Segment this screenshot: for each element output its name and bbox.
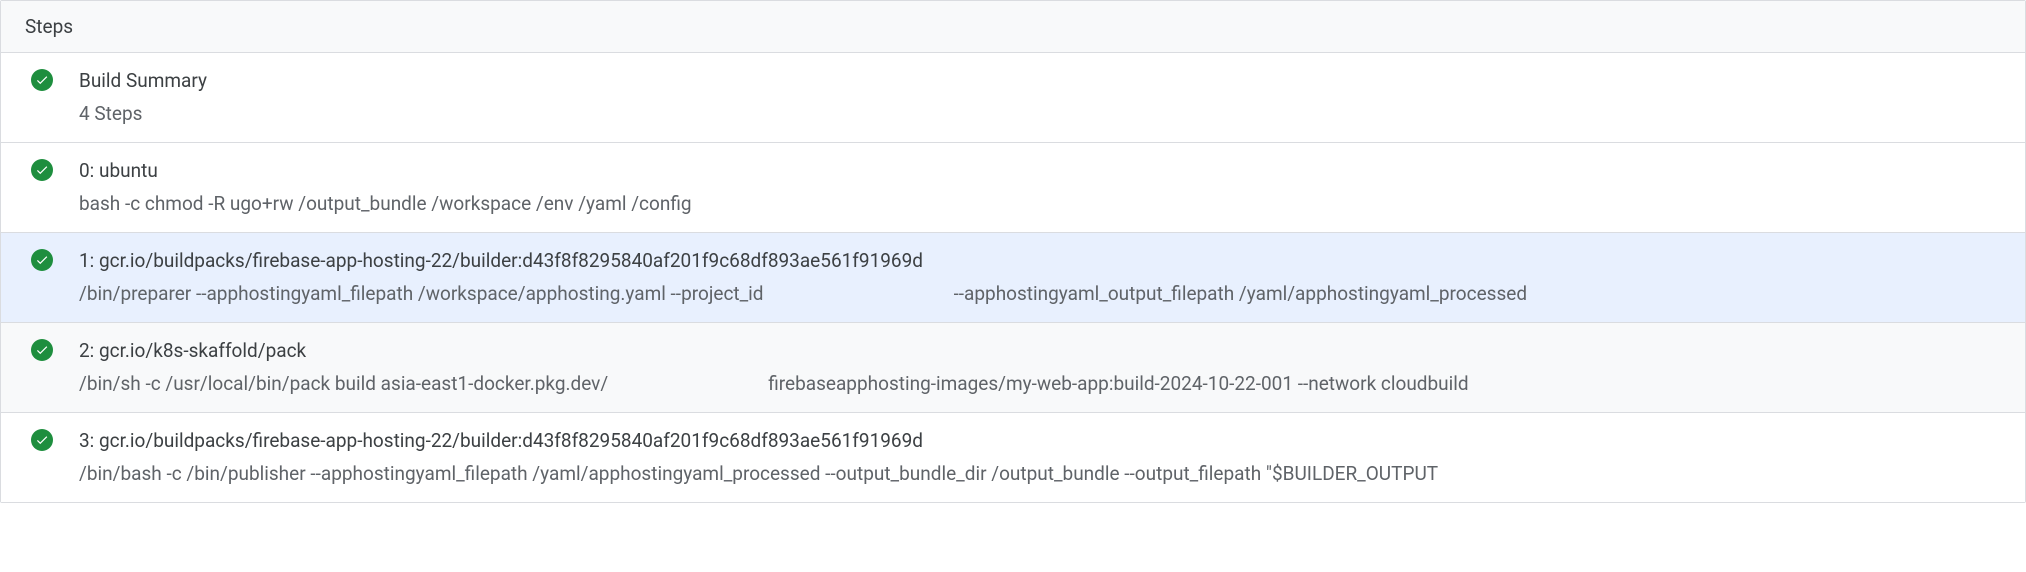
success-icon [31, 429, 53, 451]
step-title: 3: gcr.io/buildpacks/firebase-app-hostin… [79, 427, 2001, 456]
summary-subtitle: 4 Steps [79, 100, 2001, 129]
status-icon-col [31, 247, 55, 271]
step-title: 2: gcr.io/k8s-skaffold/pack [79, 337, 2001, 366]
success-icon [31, 249, 53, 271]
build-steps-panel: Steps Build Summary 4 Steps 0: ubuntu ba… [0, 0, 2026, 503]
success-icon [31, 339, 53, 361]
steps-header: Steps [1, 1, 2025, 53]
step-title: 1: gcr.io/buildpacks/firebase-app-hostin… [79, 247, 2001, 276]
command-part1: /bin/preparer --apphostingyaml_filepath … [79, 280, 764, 309]
step-row-2[interactable]: 2: gcr.io/k8s-skaffold/pack /bin/sh -c /… [1, 323, 2025, 413]
step-command: bash -c chmod -R ugo+rw /output_bundle /… [79, 190, 2001, 219]
status-icon-col [31, 427, 55, 451]
step-content: 2: gcr.io/k8s-skaffold/pack /bin/sh -c /… [79, 337, 2001, 398]
build-summary-row[interactable]: Build Summary 4 Steps [1, 53, 2025, 143]
step-content: 1: gcr.io/buildpacks/firebase-app-hostin… [79, 247, 2001, 308]
step-command: /bin/sh -c /usr/local/bin/pack build asi… [79, 370, 2001, 399]
step-row-1[interactable]: 1: gcr.io/buildpacks/firebase-app-hostin… [1, 233, 2025, 323]
status-icon-col [31, 337, 55, 361]
status-icon-col [31, 157, 55, 181]
command-part2: firebaseapphosting-images/my-web-app:bui… [768, 370, 2001, 399]
step-content: 3: gcr.io/buildpacks/firebase-app-hostin… [79, 427, 2001, 488]
step-row-0[interactable]: 0: ubuntu bash -c chmod -R ugo+rw /outpu… [1, 143, 2025, 233]
success-icon [31, 69, 53, 91]
step-row-3[interactable]: 3: gcr.io/buildpacks/firebase-app-hostin… [1, 413, 2025, 502]
step-command: /bin/preparer --apphostingyaml_filepath … [79, 280, 2001, 309]
summary-content: Build Summary 4 Steps [79, 67, 2001, 128]
header-title: Steps [25, 15, 73, 38]
summary-title: Build Summary [79, 67, 2001, 96]
step-content: 0: ubuntu bash -c chmod -R ugo+rw /outpu… [79, 157, 2001, 218]
step-command: /bin/bash -c /bin/publisher --apphosting… [79, 460, 2001, 489]
command-part2: --apphostingyaml_output_filepath /yaml/a… [954, 280, 2001, 309]
redacted-gap [608, 370, 768, 399]
success-icon [31, 159, 53, 181]
step-title: 0: ubuntu [79, 157, 2001, 186]
status-icon-col [31, 67, 55, 91]
redacted-gap [764, 280, 954, 309]
command-part1: /bin/sh -c /usr/local/bin/pack build asi… [79, 370, 608, 399]
